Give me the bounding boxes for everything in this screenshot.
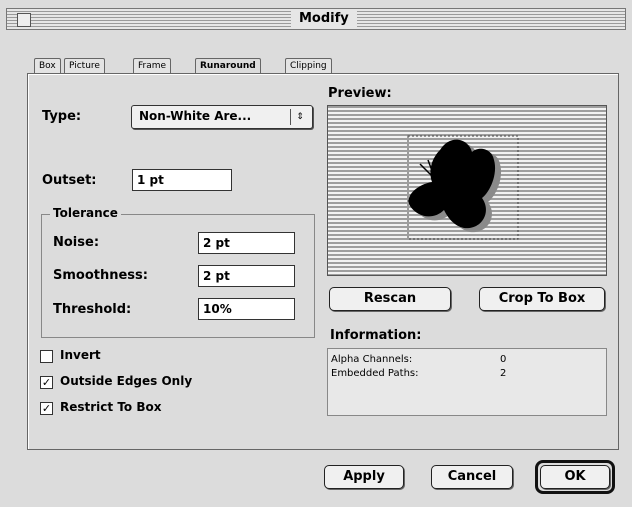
noise-field[interactable]: 2 pt — [198, 232, 295, 254]
tab-picture[interactable]: Picture — [64, 58, 105, 74]
invert-checkbox[interactable] — [40, 350, 53, 363]
tab-box[interactable]: Box — [34, 58, 61, 74]
outside-edges-checkbox[interactable]: ✓ — [40, 376, 53, 389]
alpha-channels-value: 0 — [500, 354, 507, 365]
restrict-to-box-label[interactable]: Restrict To Box — [60, 400, 161, 414]
cancel-button[interactable]: Cancel — [431, 465, 513, 489]
type-label: Type: — [42, 109, 82, 124]
tolerance-title: Tolerance — [50, 206, 121, 220]
embedded-paths-value: 2 — [500, 368, 507, 379]
apply-button[interactable]: Apply — [324, 465, 404, 489]
smoothness-field[interactable]: 2 pt — [198, 265, 295, 287]
information-label: Information: — [330, 328, 422, 343]
noise-label: Noise: — [53, 235, 100, 250]
preview-area — [327, 105, 607, 276]
window-title-bar[interactable]: Modify — [6, 8, 626, 30]
ok-button[interactable]: OK — [540, 465, 610, 489]
type-value: Non-White Are... — [139, 109, 252, 123]
restrict-to-box-checkbox[interactable]: ✓ — [40, 402, 53, 415]
rescan-button[interactable]: Rescan — [329, 287, 451, 311]
popup-arrows-icon: ⇕ — [290, 109, 309, 125]
tab-frame[interactable]: Frame — [133, 58, 172, 74]
smoothness-label: Smoothness: — [53, 268, 148, 283]
outset-field[interactable]: 1 pt — [132, 169, 232, 191]
butterfly-preview-image — [407, 135, 519, 240]
information-box: Alpha Channels: 0 Embedded Paths: 2 — [327, 348, 607, 416]
preview-label: Preview: — [328, 86, 392, 101]
threshold-label: Threshold: — [53, 302, 132, 317]
outside-edges-label[interactable]: Outside Edges Only — [60, 374, 192, 388]
tab-clipping[interactable]: Clipping — [285, 58, 332, 74]
close-box[interactable] — [17, 13, 31, 27]
crop-to-box-button[interactable]: Crop To Box — [479, 287, 605, 311]
type-popup[interactable]: Non-White Are... ⇕ — [131, 105, 313, 129]
threshold-field[interactable]: 10% — [198, 298, 295, 320]
outset-label: Outset: — [42, 173, 97, 188]
embedded-paths-key: Embedded Paths: — [331, 368, 419, 379]
invert-label[interactable]: Invert — [60, 348, 101, 362]
alpha-channels-key: Alpha Channels: — [331, 354, 413, 365]
window-title: Modify — [291, 11, 357, 27]
